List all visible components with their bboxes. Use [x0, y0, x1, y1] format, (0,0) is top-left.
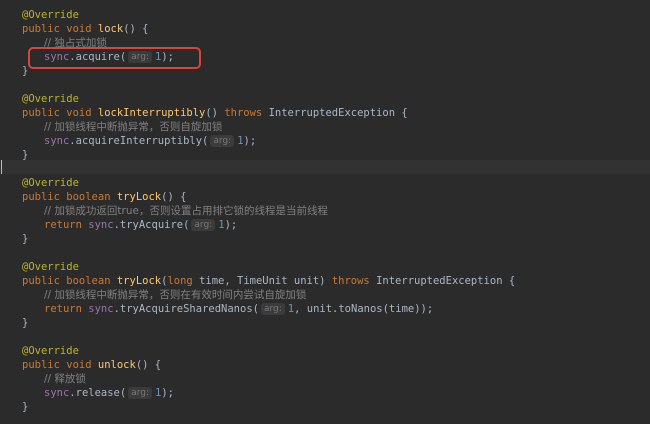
method-signature-trylock[interactable]: public boolean tryLock() { — [22, 190, 186, 204]
field-sync: sync — [44, 135, 70, 147]
code-statement[interactable]: sync.release(arg: 1); — [22, 386, 174, 400]
method-name[interactable]: lockInterruptibly — [98, 107, 205, 119]
exception-type: InterruptedException { — [369, 275, 516, 287]
text-caret — [1, 160, 2, 174]
red-highlight-box — [28, 47, 201, 69]
method-call: .tryAcquireSharedNanos( — [113, 303, 259, 315]
method-signature-lock[interactable]: public void lock() { — [22, 22, 148, 36]
method-call: .release( — [69, 387, 127, 399]
comment-line: // 加锁线程中断抛异常，否则在有效时间内尝试自旋加锁 — [44, 289, 307, 301]
param-type-long: long — [167, 275, 193, 287]
method-call: .tryAcquire( — [113, 219, 190, 231]
call-tail: , unit.toNanos(time)); — [294, 303, 434, 315]
call-tail: ); — [161, 387, 174, 399]
keyword-throws: throws — [331, 275, 370, 287]
method-name[interactable]: tryLock — [117, 191, 161, 203]
annotation-override: @Override — [22, 261, 79, 273]
method-call: .acquireInterruptibly( — [69, 135, 209, 147]
current-line-highlight — [0, 160, 650, 174]
comment-line: // 加锁成功返回true，否则设置占用排它锁的线程是当前线程 — [44, 205, 328, 217]
closing-brace: } — [22, 317, 29, 329]
comment-line: // 加锁线程中断抛异常，否则自旋加锁 — [44, 121, 223, 133]
code-editor[interactable]: @Override public void lock() { // 独占式加锁 … — [0, 0, 650, 424]
field-sync: sync — [88, 303, 114, 315]
annotation-override: @Override — [22, 177, 79, 189]
return-type: boolean — [66, 191, 111, 203]
method-signature-unlock[interactable]: public void unlock() { — [22, 358, 161, 372]
keyword-throws: throws — [224, 107, 263, 119]
method-name[interactable]: tryLock — [117, 275, 161, 287]
code-statement[interactable]: sync.acquireInterruptibly(arg: 1); — [22, 134, 256, 148]
params: () { — [123, 23, 149, 35]
method-signature-lockinterruptibly[interactable]: public void lockInterruptibly() throws I… — [22, 106, 408, 120]
closing-brace: } — [22, 401, 29, 413]
annotation-override: @Override — [22, 9, 79, 21]
method-name[interactable]: unlock — [98, 359, 136, 371]
params: () { — [135, 359, 162, 371]
keyword-public: public — [22, 107, 60, 119]
field-sync: sync — [88, 219, 114, 231]
method-signature-trylock-timed[interactable]: public boolean tryLock(long time, TimeUn… — [22, 274, 515, 288]
annotation-override: @Override — [22, 345, 79, 357]
code-statement[interactable]: return sync.tryAcquire(arg: 1); — [22, 218, 237, 232]
keyword-public: public — [22, 275, 60, 287]
keyword-return: return — [44, 303, 82, 315]
params: () — [205, 107, 225, 119]
field-sync: sync — [44, 387, 70, 399]
return-type: boolean — [66, 275, 111, 287]
keyword-public: public — [22, 23, 60, 35]
annotation-override: @Override — [22, 93, 79, 105]
params: () { — [161, 191, 187, 203]
parameter-hint: arg: — [128, 387, 153, 399]
return-type: void — [66, 107, 92, 119]
closing-brace: } — [22, 65, 29, 77]
keyword-return: return — [44, 219, 82, 231]
parameter-hint: arg: — [191, 219, 216, 231]
exception-type: InterruptedException { — [262, 107, 408, 119]
closing-brace: } — [22, 149, 29, 161]
return-type: void — [66, 359, 92, 371]
call-tail: ); — [243, 135, 257, 147]
comment-line: // 释放锁 — [44, 373, 86, 385]
closing-brace: } — [22, 233, 29, 245]
parameter-hint: arg: — [210, 135, 235, 147]
keyword-public: public — [22, 191, 60, 203]
code-statement[interactable]: return sync.tryAcquireSharedNanos(arg: 1,… — [22, 302, 433, 316]
keyword-public: public — [22, 359, 60, 371]
call-tail: ); — [224, 219, 238, 231]
parameter-hint: arg: — [260, 303, 285, 315]
params-rest: time, TimeUnit unit) — [192, 275, 332, 287]
method-name[interactable]: lock — [98, 23, 123, 35]
return-type: void — [66, 23, 92, 35]
